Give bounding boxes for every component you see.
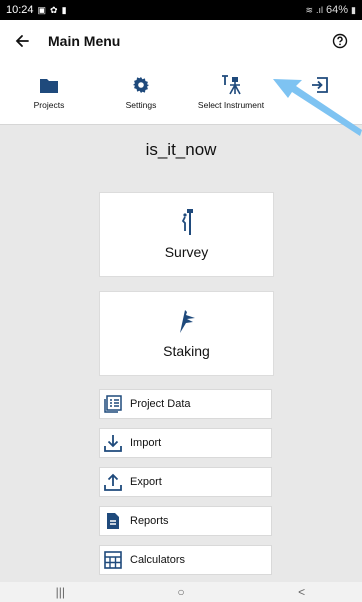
staking-icon bbox=[178, 308, 196, 334]
reports-button[interactable]: Reports bbox=[99, 506, 272, 536]
survey-card[interactable]: Survey bbox=[99, 192, 274, 277]
import-icon bbox=[104, 434, 122, 452]
settings-button[interactable]: Settings bbox=[116, 62, 166, 124]
home-icon[interactable]: ○ bbox=[151, 585, 211, 599]
help-icon[interactable] bbox=[330, 31, 350, 51]
page-title: Main Menu bbox=[48, 33, 121, 49]
select-instrument-button[interactable]: Select Instrument bbox=[193, 62, 269, 124]
battery-percent: 64% bbox=[326, 4, 349, 16]
system-back-icon[interactable]: < bbox=[272, 585, 332, 599]
instrument-icon bbox=[220, 74, 242, 96]
app-bar: Main Menu bbox=[0, 20, 362, 62]
signal-icon: .ıl bbox=[316, 5, 324, 15]
calculators-button[interactable]: Calculators bbox=[99, 545, 272, 575]
battery-icon: ▮ bbox=[351, 4, 356, 15]
calculators-label: Calculators bbox=[130, 554, 186, 566]
select-instrument-label: Select Instrument bbox=[197, 100, 265, 110]
export-button[interactable]: Export bbox=[99, 467, 272, 497]
recent-apps-icon[interactable]: ||| bbox=[30, 585, 90, 599]
projects-label: Projects bbox=[33, 100, 65, 110]
project-data-button[interactable]: Project Data bbox=[99, 389, 272, 419]
import-label: Import bbox=[130, 437, 162, 449]
exit-icon bbox=[311, 74, 329, 96]
staking-card[interactable]: Staking bbox=[99, 291, 274, 376]
settings-notification-icon: ✿ bbox=[50, 4, 58, 15]
back-arrow-icon[interactable] bbox=[12, 31, 32, 51]
survey-pole-icon bbox=[179, 209, 195, 235]
system-nav-bar: ||| ○ < bbox=[0, 582, 362, 602]
status-time: 10:24 bbox=[6, 4, 34, 16]
import-button[interactable]: Import bbox=[99, 428, 272, 458]
exit-button[interactable] bbox=[300, 62, 340, 124]
calculator-icon bbox=[104, 551, 122, 569]
settings-label: Settings bbox=[125, 100, 157, 110]
export-label: Export bbox=[130, 476, 162, 488]
status-bar: 10:24 ▣ ✿ ▮ ≋ .ıl 64% ▮ bbox=[0, 0, 362, 20]
project-name: is_it_now bbox=[145, 140, 217, 159]
reports-label: Reports bbox=[130, 515, 169, 527]
staking-label: Staking bbox=[163, 343, 210, 359]
export-icon bbox=[104, 473, 122, 491]
project-data-label: Project Data bbox=[130, 398, 191, 410]
wifi-icon: ≋ bbox=[305, 4, 313, 15]
document-icon bbox=[104, 512, 122, 530]
main-toolbar: Projects Settings Select Instrument bbox=[0, 62, 362, 125]
folder-icon bbox=[39, 74, 59, 96]
instrument-notification-icon: ▮ bbox=[61, 4, 67, 15]
gear-icon bbox=[132, 74, 150, 96]
gallery-icon: ▣ bbox=[37, 4, 47, 15]
survey-label: Survey bbox=[164, 244, 209, 260]
data-list-icon bbox=[104, 395, 122, 413]
projects-button[interactable]: Projects bbox=[24, 62, 74, 124]
